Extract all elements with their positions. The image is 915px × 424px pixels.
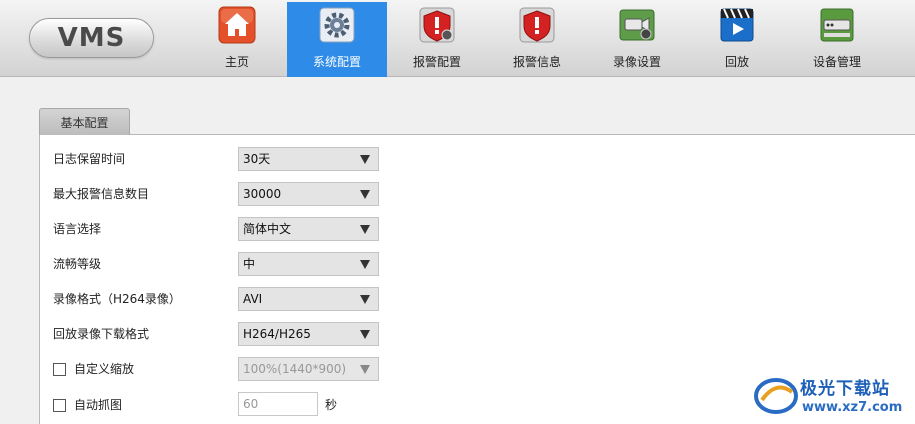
auto-capture-interval-input[interactable]: 60 <box>238 392 318 416</box>
record-format-select[interactable]: AVI <box>238 287 379 311</box>
dropdown-arrow-icon <box>360 260 370 269</box>
watermark-url: www.xz7.com <box>802 400 903 415</box>
dropdown-arrow-icon <box>360 330 370 339</box>
dropdown-arrow-icon <box>360 365 370 374</box>
select-value: 100%(1440*900) <box>243 362 347 376</box>
select-value: AVI <box>243 292 263 306</box>
nav-item-record-settings[interactable]: 录像设置 <box>587 2 687 77</box>
nav-item-system-config[interactable]: 系统配置 <box>287 2 387 77</box>
nav-item-playback[interactable]: 回放 <box>687 2 787 77</box>
playback-download-select[interactable]: H264/H265 <box>238 322 379 346</box>
playback-icon <box>718 6 756 44</box>
nav-item-device-manage[interactable]: 设备管理 <box>787 2 887 77</box>
gear-icon <box>318 6 356 44</box>
max-alarm-label: 最大报警信息数目 <box>53 187 150 201</box>
select-value: 30天 <box>243 152 271 166</box>
select-value: H264/H265 <box>243 327 311 341</box>
select-value: 简体中文 <box>243 222 292 236</box>
log-retention-label: 日志保留时间 <box>53 152 126 166</box>
top-nav-bar: VMS 主页 系统配置 报警配置 报警信息 录像设置 回放 设备管理 <box>0 0 915 77</box>
custom-zoom-select: 100%(1440*900) <box>238 357 379 381</box>
record-settings-icon <box>618 6 656 44</box>
nav-item-alarm-config[interactable]: 报警配置 <box>387 2 487 77</box>
dropdown-arrow-icon <box>360 190 370 199</box>
language-select[interactable]: 简体中文 <box>238 217 379 241</box>
dropdown-arrow-icon <box>360 225 370 234</box>
auto-capture-checkbox[interactable] <box>53 399 66 412</box>
nav-item-label: 回放 <box>724 55 749 69</box>
custom-zoom-checkbox[interactable] <box>53 363 66 376</box>
language-label: 语言选择 <box>53 222 102 236</box>
nav-item-alarm-info[interactable]: 报警信息 <box>487 2 587 77</box>
nav-item-label: 系统配置 <box>312 55 361 69</box>
seconds-unit-label: 秒 <box>325 398 338 412</box>
nav-item-label: 报警配置 <box>412 55 461 69</box>
nav-item-home[interactable]: 主页 <box>187 2 287 77</box>
select-value: 30000 <box>243 187 282 201</box>
max-alarm-select[interactable]: 30000 <box>238 182 379 206</box>
nav-item-label: 设备管理 <box>812 55 861 69</box>
fluency-select[interactable]: 中 <box>238 252 379 276</box>
nav-item-label: 录像设置 <box>612 55 661 69</box>
home-icon <box>218 6 256 44</box>
watermark-text: 极光下载站 <box>800 379 890 399</box>
nav-item-label: 主页 <box>224 55 249 69</box>
auto-capture-label: 自动抓图 <box>74 398 123 412</box>
alarm-config-icon <box>418 6 456 44</box>
record-format-label: 录像格式（H264录像） <box>53 292 181 306</box>
playback-download-label: 回放录像下载格式 <box>53 327 150 341</box>
dropdown-arrow-icon <box>360 295 370 304</box>
select-value: 中 <box>243 257 256 271</box>
log-retention-select[interactable]: 30天 <box>238 147 379 171</box>
nav-item-label: 报警信息 <box>512 55 561 69</box>
vms-logo: VMS <box>29 18 154 58</box>
tab-basic-config[interactable]: 基本配置 <box>39 108 130 135</box>
device-manage-icon <box>818 6 856 44</box>
dropdown-arrow-icon <box>360 155 370 164</box>
logo-text: VMS <box>57 23 126 53</box>
fluency-label: 流畅等级 <box>53 257 102 271</box>
alarm-info-icon <box>518 6 556 44</box>
custom-zoom-label: 自定义缩放 <box>74 362 135 376</box>
